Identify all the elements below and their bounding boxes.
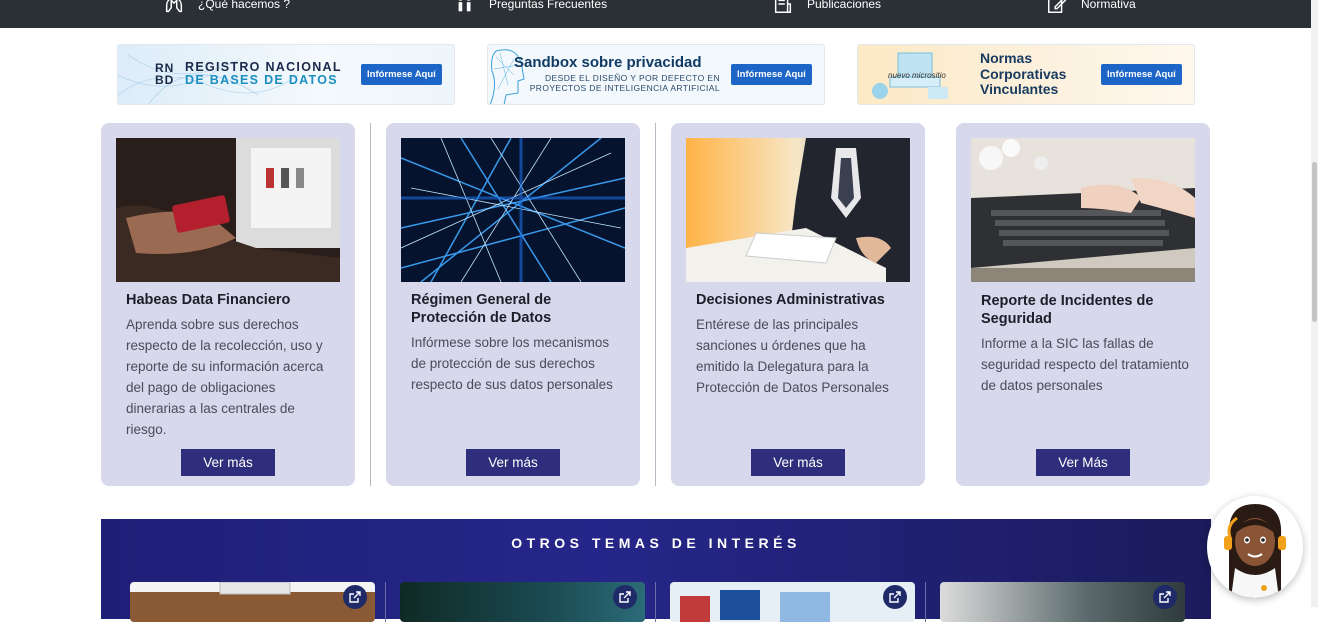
card-image bbox=[116, 138, 340, 282]
card-image bbox=[401, 138, 625, 282]
card-regimen-general: Régimen General de Protección de Datos I… bbox=[386, 123, 640, 486]
ver-mas-button[interactable]: Ver más bbox=[466, 449, 560, 476]
card-decisiones: Decisiones Administrativas Entérese de l… bbox=[671, 123, 925, 486]
card-title: Régimen General de Protección de Datos bbox=[411, 292, 552, 326]
card-text: Entérese de las principales sanciones u … bbox=[696, 317, 889, 395]
banner-sandbox[interactable]: Sandbox sobre privacidad DESDE EL DISEÑO… bbox=[487, 44, 825, 105]
nav-item-que-hacemos[interactable]: ¿Qué hacemos ? bbox=[162, 0, 290, 15]
nav-item-publicaciones[interactable]: Publicaciones bbox=[771, 0, 881, 15]
assistant-face-icon bbox=[1224, 504, 1286, 598]
banner-title: Sandbox sobre privacidad bbox=[514, 54, 702, 71]
nav-label: ¿Qué hacemos ? bbox=[198, 0, 291, 11]
ver-mas-button[interactable]: Ver Más bbox=[1036, 449, 1130, 476]
nav-label: Publicaciones bbox=[807, 0, 882, 11]
banner-normas[interactable]: nuevo micrositio Normas Corporativas Vin… bbox=[857, 44, 1195, 105]
banner-subtitle: DESDE EL DISEÑO Y POR DEFECTO EN PROYECT… bbox=[529, 73, 720, 93]
hands-icon bbox=[162, 0, 186, 15]
banner-title: Normas Corporativas Vinculantes bbox=[980, 50, 1067, 97]
external-link-icon[interactable] bbox=[1153, 585, 1177, 609]
ver-mas-button[interactable]: Ver más bbox=[751, 449, 845, 476]
external-link-icon[interactable] bbox=[343, 585, 367, 609]
document-icon bbox=[771, 0, 795, 15]
micrositio-tag: nuevo micrositio bbox=[888, 71, 946, 80]
people-icon bbox=[453, 0, 477, 15]
card-incidentes: Reporte de Incidentes de Seguridad Infor… bbox=[956, 123, 1210, 486]
banner-text: REGISTRO NACIONAL DE BASES DE DATOS bbox=[185, 60, 342, 87]
scrollbar-thumb[interactable] bbox=[1312, 162, 1317, 322]
divider bbox=[655, 582, 656, 622]
divider bbox=[655, 123, 656, 486]
card-title: Decisiones Administrativas bbox=[696, 292, 885, 308]
card-image bbox=[686, 138, 910, 282]
nav-label: Preguntas Frecuentes bbox=[489, 0, 608, 11]
chat-assistant-avatar[interactable] bbox=[1207, 496, 1303, 598]
scrollbar[interactable] bbox=[1311, 0, 1318, 607]
nav-item-normativa[interactable]: Normativa bbox=[1045, 0, 1136, 15]
divider bbox=[370, 123, 371, 486]
card-image bbox=[971, 138, 1195, 282]
banner-rnbd[interactable]: RN BD REGISTRO NACIONAL DE BASES DE DATO… bbox=[117, 44, 455, 105]
section-title: OTROS TEMAS DE INTERÉS bbox=[511, 535, 801, 551]
topic-thumb[interactable] bbox=[670, 582, 915, 622]
divider bbox=[385, 582, 386, 622]
topic-thumb[interactable] bbox=[130, 582, 375, 622]
external-link-icon[interactable] bbox=[883, 585, 907, 609]
divider bbox=[925, 582, 926, 622]
card-title: Habeas Data Financiero bbox=[126, 292, 291, 308]
topic-thumb[interactable] bbox=[940, 582, 1185, 622]
external-link-icon[interactable] bbox=[613, 585, 637, 609]
card-text: Informe a la SIC las fallas de seguridad… bbox=[981, 336, 1189, 393]
nav-item-preguntas[interactable]: Preguntas Frecuentes bbox=[453, 0, 607, 15]
card-text: Infórmese sobre los mecanismos de protec… bbox=[411, 335, 613, 392]
card-title: Reporte de Incidentes de Seguridad bbox=[981, 293, 1154, 327]
edit-icon bbox=[1045, 0, 1069, 15]
otros-temas-section: OTROS TEMAS DE INTERÉS bbox=[101, 519, 1211, 622]
card-habeas-data: Habeas Data Financiero Aprenda sobre sus… bbox=[101, 123, 355, 486]
rnbd-logo: RN BD bbox=[155, 61, 175, 87]
nav-label: Normativa bbox=[1081, 0, 1136, 11]
informese-button[interactable]: Infórmese Aquí bbox=[361, 64, 442, 85]
ver-mas-button[interactable]: Ver más bbox=[181, 449, 275, 476]
topic-thumb[interactable] bbox=[400, 582, 645, 622]
informese-button[interactable]: Infórmese Aquí bbox=[1101, 64, 1182, 85]
top-nav: ¿Qué hacemos ? Preguntas Frecuentes Publ… bbox=[0, 0, 1311, 28]
card-text: Aprenda sobre sus derechos respecto de l… bbox=[126, 317, 324, 437]
informese-button[interactable]: Infórmese Aquí bbox=[731, 64, 812, 85]
